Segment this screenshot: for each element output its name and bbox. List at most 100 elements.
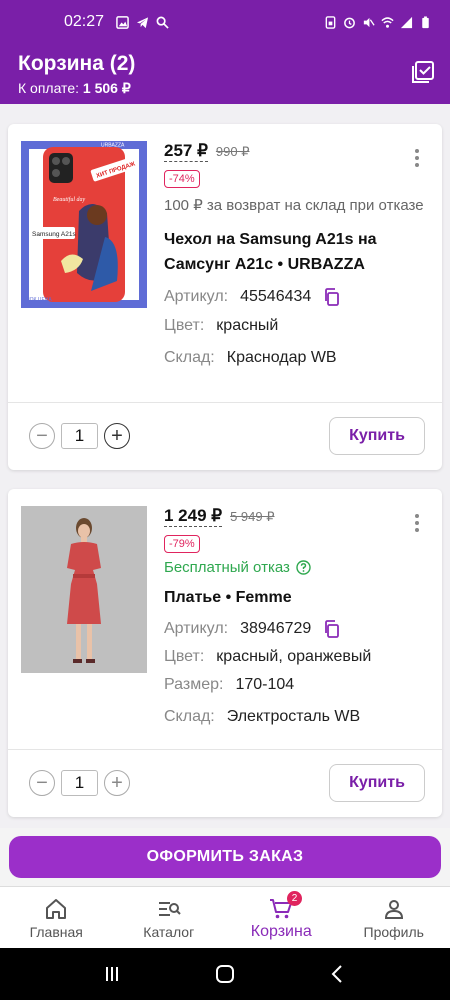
article-label: Артикул: bbox=[164, 288, 229, 305]
brand-label: URBAZZA bbox=[101, 143, 125, 149]
nav-item-home[interactable]: Главная bbox=[0, 887, 113, 948]
nav-label-home: Главная bbox=[29, 924, 83, 940]
wifi-icon bbox=[381, 16, 394, 28]
color-label: Цвет: bbox=[164, 648, 205, 665]
color-value: красный bbox=[216, 317, 279, 334]
increase-button[interactable]: + bbox=[104, 770, 130, 796]
size-label: Размер: bbox=[164, 676, 224, 693]
product-image[interactable]: ХИТ ПРОДАЖ Samsung A21s Beautiful day ШО… bbox=[21, 141, 147, 308]
nav-label-cart: Корзина bbox=[250, 923, 312, 940]
back-icon[interactable] bbox=[327, 963, 349, 985]
warehouse-value: Электросталь WB bbox=[226, 708, 361, 725]
home-icon bbox=[46, 899, 67, 919]
free-refusal-label: Бесплатный отказ bbox=[164, 559, 290, 576]
cart-item-card: ХИТ ПРОДАЖ Samsung A21s Beautiful day ШО… bbox=[8, 124, 442, 470]
status-system-icons bbox=[324, 15, 432, 29]
recent-apps-icon[interactable] bbox=[101, 963, 123, 985]
alarm-icon bbox=[344, 17, 355, 28]
color-label: Цвет: bbox=[164, 317, 205, 334]
telegram-icon bbox=[136, 16, 149, 28]
quantity-value[interactable]: 1 bbox=[61, 770, 98, 796]
buy-button[interactable]: Купить bbox=[329, 417, 425, 455]
nav-item-profile[interactable]: Профиль bbox=[338, 887, 450, 948]
buy-button[interactable]: Купить bbox=[329, 764, 425, 802]
dress-image bbox=[21, 506, 147, 673]
cart-count-badge: 2 bbox=[287, 891, 302, 906]
mute-icon bbox=[363, 17, 375, 27]
more-options-icon[interactable] bbox=[414, 148, 420, 168]
discount-badge: -79% bbox=[164, 535, 200, 553]
copy-icon[interactable] bbox=[323, 620, 341, 638]
product-image[interactable] bbox=[21, 506, 147, 673]
warehouse-label: Склад: bbox=[164, 349, 215, 366]
checkout-bar: ОФОРМИТЬ ЗАКАЗ bbox=[0, 828, 450, 886]
battery-icon bbox=[422, 15, 429, 28]
price-row: 1 249 ₽ 5 949 ₽ bbox=[164, 506, 430, 527]
pay-total: К оплате: 1 506 ₽ bbox=[18, 80, 131, 97]
quantity-stepper: − 1 + bbox=[29, 770, 130, 796]
script-label: Beautiful day bbox=[53, 196, 85, 203]
side-label: ШОК ЦЕНА bbox=[25, 297, 52, 303]
product-info: 257 ₽ 990 ₽ -74% 100 ₽ за возврат на скл… bbox=[164, 141, 430, 368]
status-bar: 02:27 bbox=[0, 0, 450, 44]
product-name[interactable]: Платье • Femme bbox=[164, 585, 430, 610]
pay-amount: 1 506 ₽ bbox=[82, 80, 131, 96]
status-notification-icons bbox=[116, 15, 169, 29]
signal-icon bbox=[400, 16, 413, 28]
warehouse-row: Склад: Электросталь WB bbox=[164, 707, 430, 727]
phone-case-image: ХИТ ПРОДАЖ Samsung A21s Beautiful day ШО… bbox=[21, 141, 147, 308]
size-value: 170-104 bbox=[235, 676, 295, 693]
nav-item-catalog[interactable]: Каталог bbox=[113, 887, 226, 948]
color-row: Цвет: красный, оранжевый bbox=[164, 647, 430, 667]
page-title: Корзина (2) bbox=[18, 52, 136, 75]
checkout-button[interactable]: ОФОРМИТЬ ЗАКАЗ bbox=[9, 836, 441, 878]
article-row: Артикул: 45546434 bbox=[164, 287, 430, 307]
nav-item-cart[interactable]: 2 Корзина bbox=[225, 887, 338, 948]
card-divider bbox=[8, 749, 442, 750]
more-options-icon[interactable] bbox=[414, 513, 420, 533]
old-price: 990 ₽ bbox=[215, 144, 250, 159]
status-time: 02:27 bbox=[64, 13, 105, 30]
color-row: Цвет: красный bbox=[164, 316, 430, 336]
article-value: 38946729 bbox=[240, 620, 312, 637]
pay-label: К оплате: bbox=[18, 80, 79, 96]
price[interactable]: 257 ₽ bbox=[164, 141, 208, 162]
system-navigation-bar bbox=[0, 948, 450, 1000]
copy-icon[interactable] bbox=[323, 288, 341, 306]
increase-button[interactable]: + bbox=[104, 423, 130, 449]
select-all-icon[interactable] bbox=[410, 59, 436, 85]
model-label: Samsung A21s bbox=[32, 231, 76, 238]
warehouse-label: Склад: bbox=[164, 708, 215, 725]
nav-label-profile: Профиль bbox=[363, 924, 424, 940]
article-row: Артикул: 38946729 bbox=[164, 619, 430, 639]
search-icon bbox=[156, 16, 169, 29]
help-icon[interactable] bbox=[296, 560, 311, 575]
catalog-icon bbox=[158, 902, 181, 916]
old-price: 5 949 ₽ bbox=[230, 509, 275, 524]
decrease-button[interactable]: − bbox=[29, 770, 55, 796]
card-divider bbox=[8, 402, 442, 403]
gallery-icon bbox=[116, 15, 129, 29]
warehouse-value: Краснодар WB bbox=[226, 349, 337, 366]
discount-badge: -74% bbox=[164, 170, 200, 188]
article-label: Артикул: bbox=[164, 620, 229, 637]
price[interactable]: 1 249 ₽ bbox=[164, 506, 223, 527]
size-row: Размер: 170-104 bbox=[164, 675, 430, 695]
warehouse-row: Склад: Краснодар WB bbox=[164, 348, 430, 368]
product-name[interactable]: Чехол на Samsung A21s на Самсунг A21с • … bbox=[164, 227, 430, 277]
profile-icon bbox=[384, 900, 403, 919]
price-row: 257 ₽ 990 ₽ bbox=[164, 141, 430, 162]
cart-header: Корзина (2) К оплате: 1 506 ₽ bbox=[0, 44, 450, 104]
decrease-button[interactable]: − bbox=[29, 423, 55, 449]
sim-icon bbox=[325, 15, 336, 29]
home-button-icon[interactable] bbox=[214, 963, 236, 985]
quantity-value[interactable]: 1 bbox=[61, 423, 98, 449]
bottom-navigation: Главная Каталог 2 Корзина Профиль bbox=[0, 886, 450, 948]
cart-item-card: 1 249 ₽ 5 949 ₽ -79% Бесплатный отказ Пл… bbox=[8, 489, 442, 817]
return-fee-note: 100 ₽ за возврат на склад при отказе bbox=[164, 197, 424, 214]
product-info: 1 249 ₽ 5 949 ₽ -79% Бесплатный отказ Пл… bbox=[164, 506, 430, 727]
free-refusal-note: Бесплатный отказ bbox=[164, 559, 430, 576]
quantity-stepper: − 1 + bbox=[29, 423, 130, 449]
color-value: красный, оранжевый bbox=[216, 648, 372, 665]
article-value: 45546434 bbox=[240, 288, 312, 305]
